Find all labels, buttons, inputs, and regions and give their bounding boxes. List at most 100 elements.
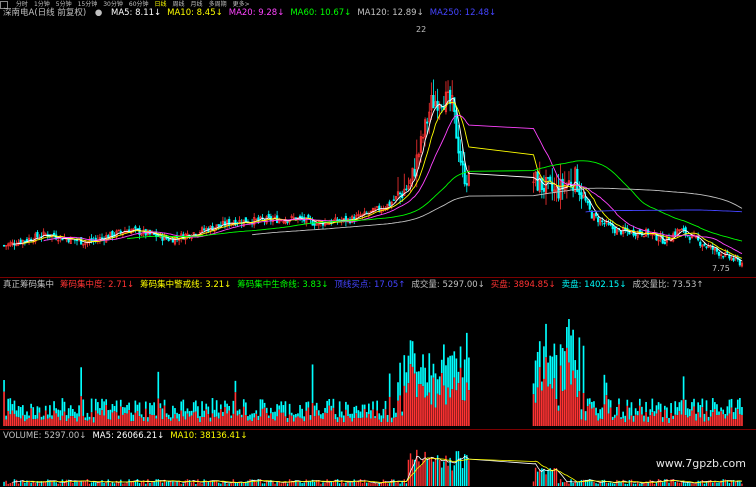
buy-volume-bar: [555, 399, 558, 426]
buy-volume-bar: [188, 416, 191, 426]
buy-volume-bar: [691, 410, 693, 426]
buy-volume-bar: [172, 418, 174, 426]
sell-volume-bar: [355, 405, 358, 414]
sell-volume-bar: [253, 413, 256, 418]
sell-volume-bar: [167, 414, 170, 420]
buy-volume-bar: [695, 420, 697, 426]
sell-volume-bar: [568, 319, 570, 363]
buy-volume-bar: [361, 417, 364, 426]
sell-volume-bar: [34, 414, 37, 420]
sell-volume-bar: [192, 402, 195, 413]
sell-volume-bar: [684, 399, 687, 416]
sell-volume-bar: [541, 381, 543, 391]
sell-volume-bar: [320, 414, 322, 419]
period-tab-10[interactable]: 更多>: [233, 1, 250, 8]
sell-volume-bar: [176, 412, 178, 419]
sell-volume-bar: [405, 372, 408, 393]
sell-volume-bar: [99, 408, 101, 416]
period-tab-2[interactable]: 5分钟: [56, 1, 72, 8]
period-tab-1[interactable]: 1分钟: [34, 1, 50, 8]
buy-volume-bar: [99, 415, 101, 426]
buy-volume-bar: [372, 409, 374, 426]
buy-volume-bar: [94, 410, 97, 426]
ma250-line: [585, 209, 743, 213]
sell-volume-bar: [453, 351, 456, 378]
sell-volume-bar: [741, 407, 743, 415]
sell-volume-bar: [284, 401, 287, 417]
sell-volume-bar: [44, 405, 47, 411]
buy-volume-bar: [290, 415, 293, 426]
sell-volume-bar: [184, 411, 187, 420]
buy-volume-bar: [553, 378, 556, 426]
buy-volume-bar: [359, 418, 362, 426]
sell-volume-bar: [282, 405, 285, 413]
volume-label-2: MA10: 38136.41↓: [170, 431, 248, 441]
sell-volume-bar: [226, 403, 228, 414]
sell-volume-bar: [134, 400, 137, 413]
candle-body: [547, 177, 550, 179]
sell-volume-bar: [247, 416, 249, 421]
buy-volume-bar: [397, 400, 399, 426]
candle-body: [267, 214, 270, 218]
chip-concentration-chart: [3, 319, 743, 426]
period-tabs[interactable]: 分时 1分钟 5分钟 15分钟 30分钟 60分钟 日线 周线 月线 多周期 更多>: [16, 1, 256, 8]
buy-volume-bar: [536, 387, 539, 426]
buy-volume-bar: [655, 413, 658, 426]
period-tab-7[interactable]: 周线: [173, 1, 185, 8]
sell-volume-bar: [597, 413, 599, 421]
buy-volume-bar: [584, 420, 587, 426]
period-tab-0[interactable]: 分时: [16, 1, 28, 8]
buy-volume-bar: [718, 414, 720, 426]
buy-volume-bar: [307, 407, 310, 426]
sell-volume-bar: [292, 414, 295, 422]
sell-volume-bar: [611, 416, 614, 421]
period-tab-8[interactable]: 月线: [191, 1, 203, 8]
period-tab-6[interactable]: 日线: [155, 1, 167, 8]
sell-volume-bar: [199, 416, 201, 423]
period-tab-5[interactable]: 60分钟: [129, 1, 149, 8]
buy-volume-bar: [226, 413, 228, 426]
buy-volume-bar: [320, 418, 322, 426]
buy-volume-bar: [399, 395, 401, 426]
sell-volume-bar: [574, 360, 577, 379]
buy-volume-bar: [109, 419, 112, 426]
buy-volume-bar: [420, 384, 422, 426]
sell-volume-bar: [186, 408, 189, 414]
volume-legend: VOLUME: 5297.00↓ MA5: 26066.21↓ MA10: 3813…: [3, 431, 253, 442]
period-tab-3[interactable]: 15分钟: [78, 1, 98, 8]
period-tab-4[interactable]: 30分钟: [103, 1, 123, 8]
sell-volume-bar: [661, 417, 664, 422]
sell-volume-bar: [7, 398, 10, 411]
sell-volume-bar: [424, 367, 426, 398]
sell-volume-bar: [736, 399, 739, 410]
sell-volume-bar: [707, 416, 710, 421]
sell-volume-bar: [624, 415, 627, 423]
sell-volume-bar: [53, 401, 55, 411]
candle-body: [457, 136, 460, 154]
candle-body: [703, 243, 706, 246]
period-tab-9[interactable]: 多周期: [209, 1, 227, 8]
sell-volume-bar: [267, 415, 270, 418]
buy-volume-bar: [78, 416, 80, 426]
buy-volume-bar: [132, 421, 135, 426]
buy-volume-bar: [32, 419, 35, 426]
sell-volume-bar: [691, 402, 693, 411]
buy-volume-bar: [130, 421, 133, 426]
sell-volume-bar: [251, 413, 253, 422]
sell-volume-bar: [211, 398, 214, 414]
buy-volume-bar: [732, 419, 735, 426]
buy-volume-bar: [167, 419, 170, 426]
buy-volume-bar: [126, 413, 128, 426]
candle-body: [134, 226, 137, 229]
sell-volume-bar: [724, 414, 727, 419]
buy-volume-bar: [251, 421, 253, 426]
buy-volume-bar: [17, 417, 20, 426]
buy-volume-bar: [26, 419, 28, 426]
sell-volume-bar: [299, 405, 301, 418]
sell-volume-bar: [718, 411, 720, 415]
buy-volume-bar: [551, 388, 554, 426]
sell-volume-bar: [461, 377, 464, 401]
buy-volume-bar: [434, 407, 437, 426]
buy-volume-bar: [19, 418, 22, 426]
sell-volume-bar: [215, 400, 218, 417]
